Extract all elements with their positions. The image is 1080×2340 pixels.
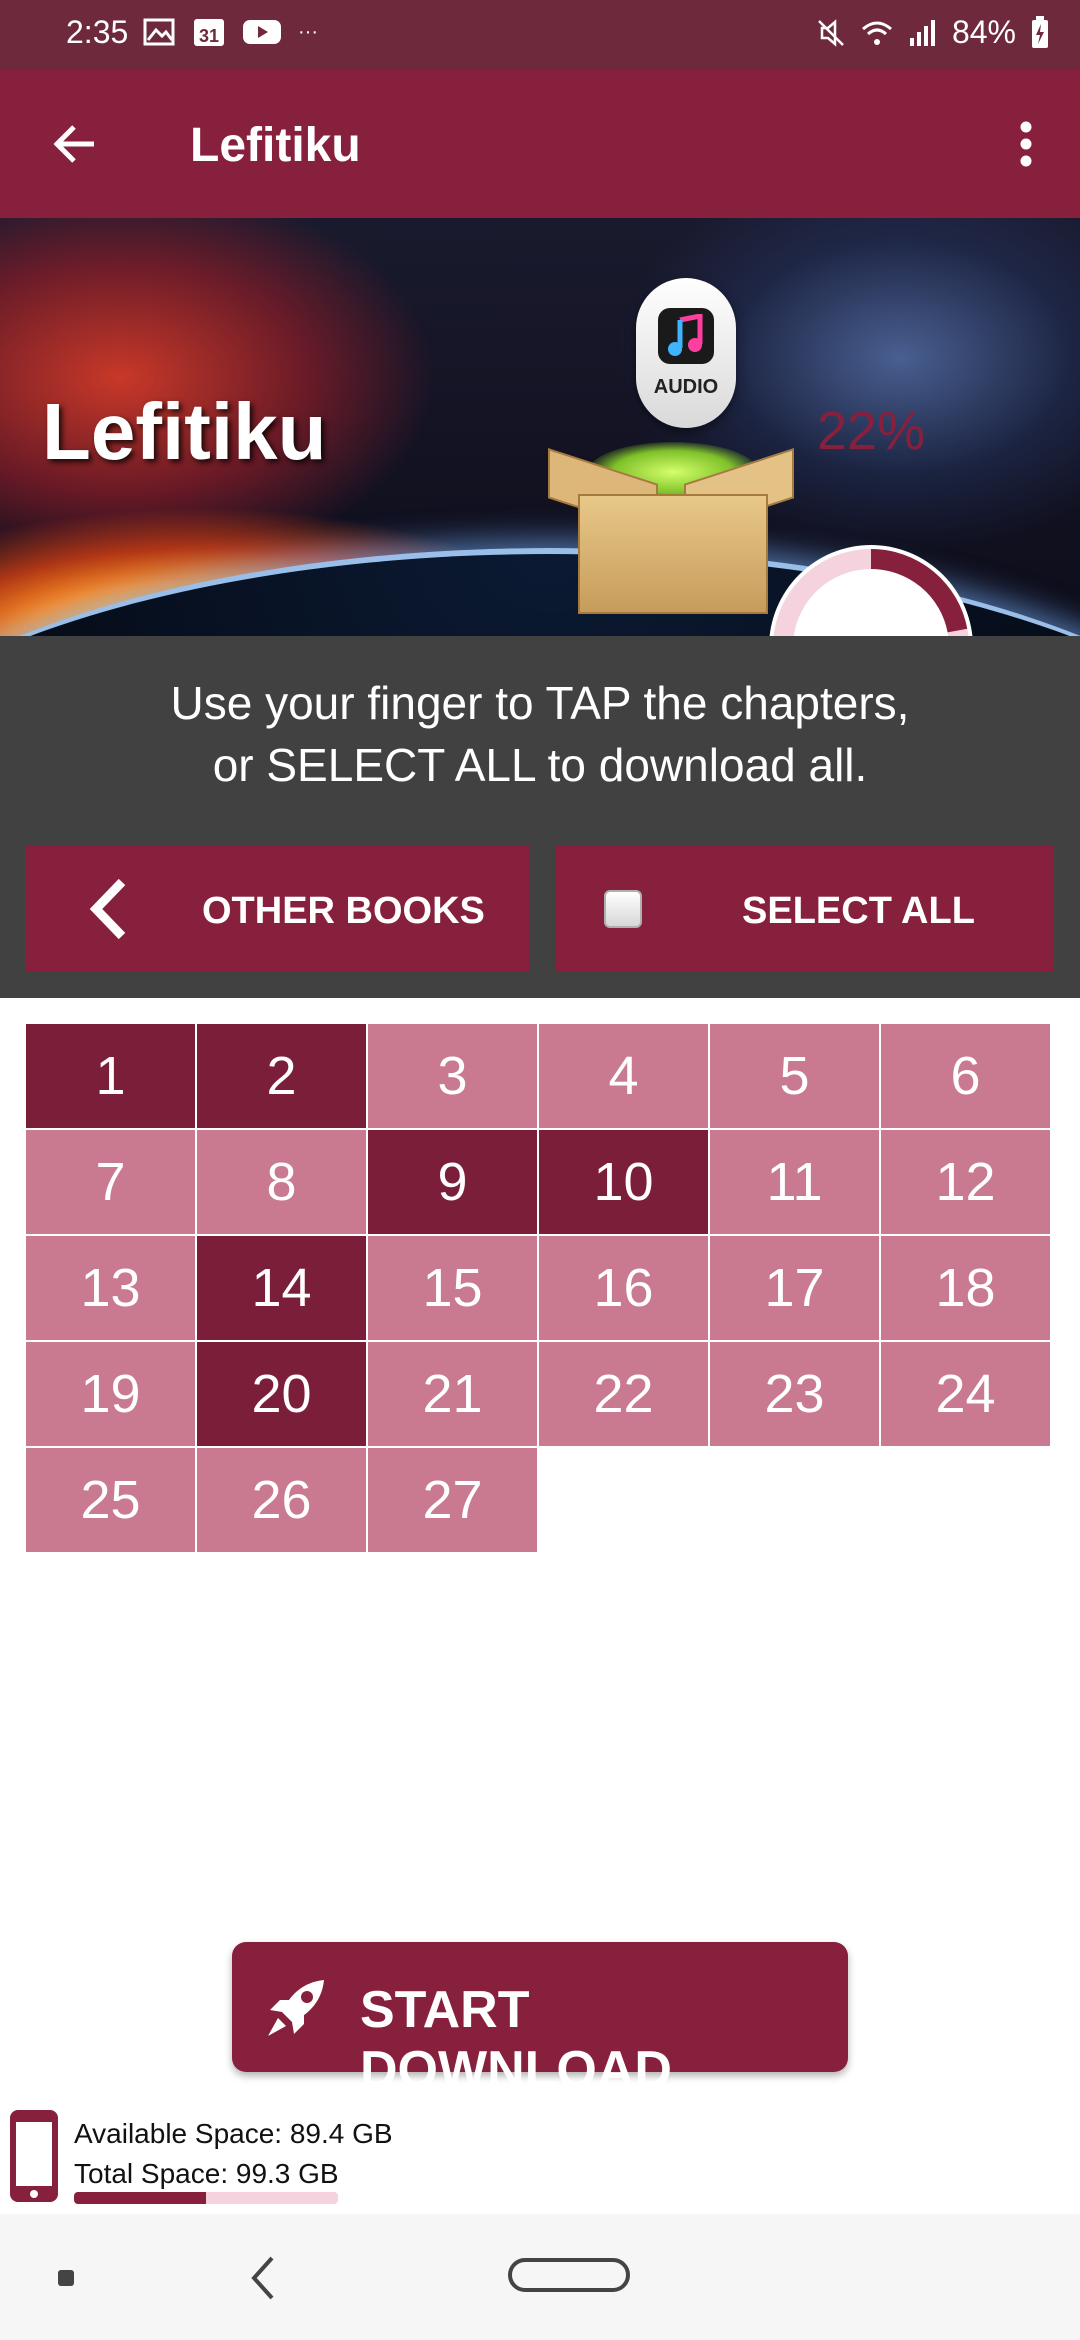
select-all-label: SELECT ALL [742,890,975,932]
chapter-15[interactable]: 15 [368,1236,537,1340]
chapter-3[interactable]: 3 [368,1024,537,1128]
chapter-20[interactable]: 20 [197,1342,366,1446]
progress-percent: 22% [816,401,926,461]
youtube-icon [243,20,281,44]
chapter-18[interactable]: 18 [881,1236,1050,1340]
audio-label: AUDIO [653,376,719,398]
chapter-6[interactable]: 6 [881,1024,1050,1128]
calendar-icon: 31 [194,19,224,46]
chapter-8[interactable]: 8 [197,1130,366,1234]
storage-usage-fill [74,2192,206,2204]
music-note-icon [658,308,714,364]
chapter-11[interactable]: 11 [710,1130,879,1234]
audio-badge: AUDIO [636,278,736,428]
box-icon [548,442,794,614]
svg-text:31: 31 [199,26,219,46]
battery-percent: 84% [951,14,1016,50]
instruction-text: Use your finger to TAP the chapters, or … [0,672,1080,796]
chapter-grid: 1 2 3 4 5 6 7 8 9 10 11 12 13 14 15 16 17 18 19 20 21 22 23 24 2… [26,1024,1052,1552]
start-download-button[interactable]: START DOWNLOAD [232,1942,848,2099]
chapter-23[interactable]: 23 [710,1342,879,1446]
status-right-icons: 84% [816,14,1050,51]
select-all-button[interactable]: SELECT ALL [556,846,1054,972]
battery-icon [1032,15,1048,48]
chapter-25[interactable]: 25 [26,1448,195,1552]
storage-usage-bar [74,2192,338,2204]
chapter-10[interactable]: 10 [539,1130,708,1234]
chapter-5[interactable]: 5 [710,1024,879,1128]
storage-info: Available Space: 89.4 GB Total Space: 99… [74,2114,393,2194]
more-vert-icon [1020,121,1032,167]
instruction-line-1: Use your finger to TAP the chapters, [170,677,910,729]
chapter-22[interactable]: 22 [539,1342,708,1446]
more-dots-icon: ··· [298,20,318,43]
available-space: Available Space: 89.4 GB [74,2118,393,2149]
chapter-27[interactable]: 27 [368,1448,537,1552]
chevron-left-icon [89,878,126,940]
chapter-16[interactable]: 16 [539,1236,708,1340]
chapter-1[interactable]: 1 [26,1024,195,1128]
chapter-24[interactable]: 24 [881,1342,1050,1446]
status-bar: 2:35 31 ··· 84% [0,0,1080,70]
other-books-button[interactable]: OTHER BOOKS [26,846,530,972]
recent-apps-button[interactable] [58,2270,74,2286]
chapter-26[interactable]: 26 [197,1448,366,1552]
page-title: Lefitiku [190,119,361,172]
chapter-13[interactable]: 13 [26,1236,195,1340]
phone-storage-icon [10,2110,58,2202]
chapter-19[interactable]: 19 [26,1342,195,1446]
select-all-checkbox[interactable] [604,890,642,928]
signal-icon [909,19,935,46]
instruction-panel: Use your finger to TAP the chapters, or … [0,636,1080,998]
wifi-icon [861,21,892,45]
back-button[interactable] [40,110,108,178]
nav-back-button[interactable] [240,2250,288,2306]
instruction-line-2: or SELECT ALL to download all. [212,739,868,791]
chapter-12[interactable]: 12 [881,1130,1050,1234]
chapter-14[interactable]: 14 [197,1236,366,1340]
rocket-icon [268,1980,324,2036]
mute-icon [818,18,844,47]
system-nav-bar [0,2214,1080,2340]
image-icon [143,18,175,46]
arrow-left-icon [53,125,94,163]
chapter-4[interactable]: 4 [539,1024,708,1128]
app-bar: Lefitiku [0,70,1080,218]
banner-title: Lefitiku [42,387,327,476]
other-books-label: OTHER BOOKS [202,890,485,932]
start-download-label: START DOWNLOAD [360,1981,672,2099]
total-space: Total Space: 99.3 GB [74,2158,339,2189]
chapter-17[interactable]: 17 [710,1236,879,1340]
more-options-button[interactable] [996,110,1056,178]
home-button[interactable] [508,2258,630,2292]
chapter-21[interactable]: 21 [368,1342,537,1446]
status-left-icons: 31 ··· [142,16,318,48]
chapter-2[interactable]: 2 [197,1024,366,1128]
download-progress-ring [769,545,973,636]
status-time: 2:35 [66,14,129,50]
chapter-9[interactable]: 9 [368,1130,537,1234]
chapter-7[interactable]: 7 [26,1130,195,1234]
